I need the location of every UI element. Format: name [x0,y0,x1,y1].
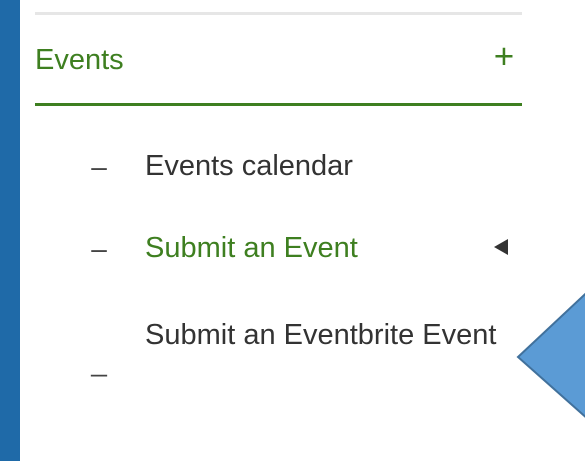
dash-bullet-icon: – [91,151,107,182]
underscore-bullet-icon: _ [91,346,107,377]
menu-item-label[interactable]: Submit an Eventbrite Event [145,313,505,357]
callout-arrow-shape [516,292,585,418]
menu-item-events-calendar[interactable]: – Events calendar [63,143,533,191]
menu-item-submit-an-event[interactable]: – Submit an Event [63,225,533,273]
callout-arrow-polygon [516,292,585,418]
events-section-header[interactable]: Events + [35,37,522,106]
menu-item-label[interactable]: Submit an Event [145,230,358,266]
top-divider [35,12,522,15]
expand-plus-icon[interactable]: + [489,37,519,77]
left-triangle-icon [494,239,508,255]
menu-item-label[interactable]: Events calendar [145,148,353,184]
menu-item-submit-an-eventbrite-event[interactable]: _ Submit an Eventbrite Event [63,310,533,420]
section-title: Events [35,44,124,76]
dash-bullet-icon: – [91,233,107,264]
